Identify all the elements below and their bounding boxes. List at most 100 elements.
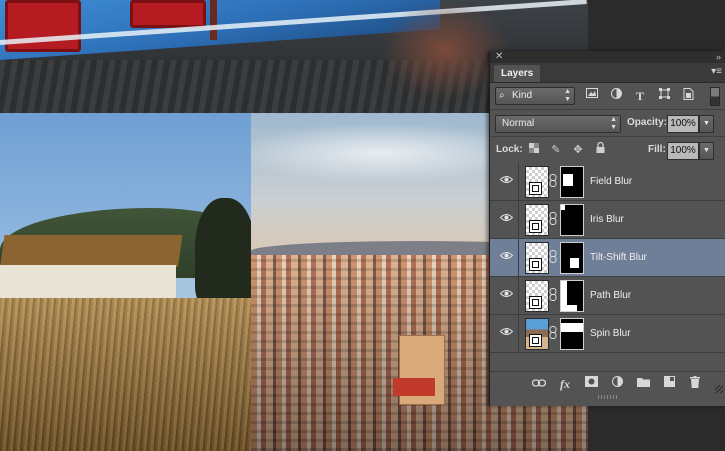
photo-barn-field — [0, 113, 251, 451]
layers-panel: ✕ » Layers ▾≡ ⌕ Kind ▲ ▼ T Normal ▲ ▼ Op… — [489, 51, 725, 406]
layers-list[interactable]: Field Blur Iris Blur Tilt-Shift Blur Path B… — [490, 163, 725, 353]
fill-field[interactable]: 100% — [667, 142, 699, 160]
layer-name[interactable]: Iris Blur — [590, 201, 624, 238]
filter-type-icons: T — [582, 88, 702, 104]
smart-object-badge-icon — [529, 220, 542, 233]
smart-object-badge-icon — [529, 182, 542, 195]
eye-separator — [518, 277, 519, 314]
sign-red-letter — [130, 0, 206, 28]
adjustment-filter-icon[interactable] — [606, 88, 626, 104]
lock-image-pixels-icon[interactable]: ✎ — [545, 142, 567, 158]
mask-white-area — [563, 174, 573, 186]
tab-layers[interactable]: Layers — [494, 65, 541, 82]
layer-mask-thumbnail[interactable] — [560, 242, 584, 274]
visibility-eye-icon[interactable] — [499, 326, 513, 340]
blend-mode-value: Normal — [502, 118, 535, 129]
kind-select-label: Kind — [512, 90, 533, 101]
layer-name[interactable]: Tilt-Shift Blur — [590, 239, 647, 276]
fill-dropdown-icon[interactable]: ▼ — [699, 142, 714, 160]
visibility-eye-icon[interactable] — [499, 212, 513, 226]
blend-mode-row: Normal ▲ ▼ Opacity: 100% ▼ — [490, 110, 725, 137]
adjustment-layer-icon[interactable] — [604, 376, 630, 392]
mask-link-chain-icon[interactable] — [548, 212, 558, 226]
layer-row[interactable]: Spin Blur — [490, 315, 725, 353]
mask-white-area — [567, 305, 577, 311]
field-shade — [0, 298, 251, 451]
new-group-folder-icon[interactable] — [630, 376, 656, 392]
smart-object-badge-icon — [529, 334, 542, 347]
select-updown-icon: ▲ ▼ — [610, 116, 617, 131]
red-building — [393, 378, 435, 396]
layer-thumbnail[interactable] — [525, 280, 549, 312]
bottom-icons: fx — [526, 376, 708, 392]
layer-mask-thumbnail[interactable] — [560, 318, 584, 350]
panel-tab-bar: Layers ▾≡ — [490, 63, 725, 83]
layer-thumbnail[interactable] — [525, 242, 549, 274]
lock-all-icon[interactable] — [589, 141, 611, 158]
layer-mask-thumbnail[interactable] — [560, 280, 584, 312]
lock-label: Lock: — [496, 144, 523, 155]
filter-toggle-switch[interactable] — [710, 87, 720, 106]
type-filter-icon[interactable]: T — [630, 88, 650, 104]
add-mask-icon[interactable] — [578, 376, 604, 392]
visibility-eye-icon[interactable] — [499, 250, 513, 264]
select-updown-icon: ▲ ▼ — [564, 88, 571, 103]
eye-separator — [518, 163, 519, 200]
mask-white-area — [561, 323, 583, 332]
resize-grip-icon[interactable] — [715, 385, 723, 393]
mask-link-chain-icon[interactable] — [548, 250, 558, 264]
blend-mode-select[interactable]: Normal ▲ ▼ — [495, 115, 621, 133]
smart-object-badge-icon — [529, 258, 542, 271]
panel-resize-handle[interactable] — [598, 395, 618, 399]
layer-mask-thumbnail[interactable] — [560, 166, 584, 198]
collapse-panel-icon[interactable]: » — [716, 51, 721, 63]
opacity-label: Opacity: — [627, 117, 668, 128]
visibility-eye-icon[interactable] — [499, 174, 513, 188]
lock-transparent-pixels-icon[interactable] — [523, 142, 545, 158]
layer-mask-thumbnail[interactable] — [560, 204, 584, 236]
smart-object-filter-icon[interactable] — [678, 88, 698, 104]
panel-bottom-bar: fx — [490, 371, 725, 396]
layer-row[interactable]: Iris Blur — [490, 201, 725, 239]
layer-thumbnail[interactable] — [525, 166, 549, 198]
mask-link-chain-icon[interactable] — [548, 288, 558, 302]
mask-link-chain-icon[interactable] — [548, 174, 558, 188]
filter-kind-select[interactable]: ⌕ Kind ▲ ▼ — [495, 87, 575, 105]
tree — [195, 198, 251, 308]
lock-position-icon[interactable]: ✥ — [567, 142, 589, 158]
barn-roof — [0, 235, 183, 267]
lock-icons: ✎ ✥ — [523, 141, 611, 158]
panel-menu-icon[interactable]: ▾≡ — [711, 66, 722, 78]
mask-link-chain-icon[interactable] — [548, 326, 558, 340]
mask-white-area — [561, 205, 565, 210]
layer-thumbnail[interactable] — [525, 204, 549, 236]
search-icon: ⌕ — [499, 90, 505, 101]
eye-separator — [518, 315, 519, 352]
new-layer-icon[interactable] — [656, 376, 682, 392]
layer-filter-row: ⌕ Kind ▲ ▼ T — [490, 83, 725, 110]
link-layers-icon[interactable] — [526, 376, 552, 392]
layer-row[interactable]: Field Blur — [490, 163, 725, 201]
layer-name[interactable]: Path Blur — [590, 277, 631, 314]
layer-name[interactable]: Field Blur — [590, 163, 632, 200]
opacity-field[interactable]: 100% — [667, 115, 699, 133]
shape-filter-icon[interactable] — [654, 88, 674, 104]
smart-object-badge-icon — [529, 296, 542, 309]
opacity-dropdown-icon[interactable]: ▼ — [699, 115, 714, 133]
close-panel-icon[interactable]: ✕ — [495, 51, 503, 63]
panel-title-bar[interactable]: ✕ » — [490, 51, 725, 63]
layer-style-fx-icon[interactable]: fx — [552, 376, 578, 392]
layer-row[interactable]: Tilt-Shift Blur — [490, 239, 725, 277]
image-filter-icon[interactable] — [582, 88, 602, 104]
sign-red-letter — [5, 0, 81, 52]
mask-white-area — [570, 258, 579, 268]
visibility-eye-icon[interactable] — [499, 288, 513, 302]
sign-post — [210, 0, 217, 40]
fill-label: Fill: — [648, 144, 666, 155]
eye-separator — [518, 239, 519, 276]
layer-thumbnail[interactable] — [525, 318, 549, 350]
delete-trash-icon[interactable] — [682, 376, 708, 392]
eye-separator — [518, 201, 519, 238]
layer-name[interactable]: Spin Blur — [590, 315, 631, 352]
layer-row[interactable]: Path Blur — [490, 277, 725, 315]
